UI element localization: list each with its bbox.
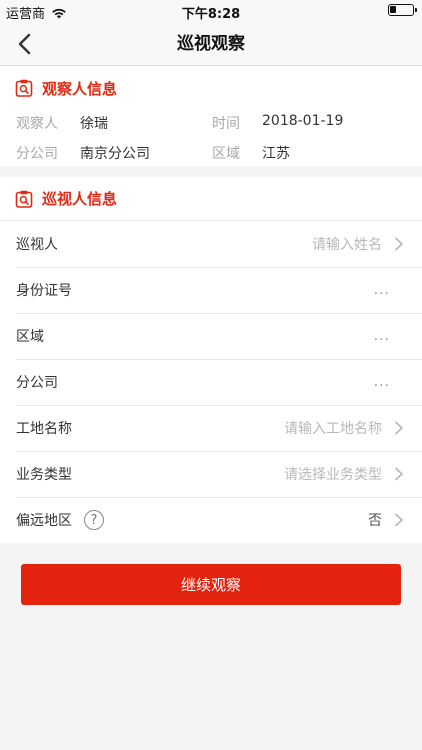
page-title: 巡视观察	[177, 34, 245, 54]
time-value: 2018-01-19	[262, 113, 344, 129]
battery-icon	[388, 4, 417, 16]
chevron-right-icon	[395, 421, 403, 435]
observer-section-title: 观察人信息	[42, 79, 118, 98]
remote-area-row[interactable]: 偏远地区 ? 否	[0, 497, 422, 543]
chevron-right-icon	[395, 467, 403, 481]
site-name-input[interactable]: 请输入工地名称	[284, 418, 382, 438]
branch-row-label: 分公司	[16, 375, 58, 391]
patrol-person-label: 巡视人	[16, 237, 58, 253]
patrol-person-row[interactable]: 巡视人 请输入姓名	[0, 221, 422, 267]
id-number-row: 身份证号 ...	[0, 267, 422, 313]
patrol-info-section: 巡视人信息 巡视人 请输入姓名 身份证号 ... 区域 ... 分公司 ... …	[0, 177, 422, 543]
region-row-label: 区域	[16, 329, 44, 345]
remote-area-value[interactable]: 否	[368, 510, 382, 530]
observer-label: 观察人	[16, 116, 58, 132]
id-number-label: 身份证号	[16, 283, 72, 299]
clipboard-search-icon	[15, 190, 33, 208]
region-value: 江苏	[262, 146, 290, 162]
chevron-right-icon	[395, 237, 403, 251]
chevron-right-icon	[395, 513, 403, 527]
status-time: 下午8:28	[181, 7, 241, 22]
patrol-section-title: 巡视人信息	[42, 190, 118, 208]
business-type-select[interactable]: 请选择业务类型	[284, 464, 382, 484]
branch-row: 分公司 ...	[0, 359, 422, 405]
observer-value: 徐瑞	[80, 116, 108, 132]
branch-label: 分公司	[16, 146, 58, 162]
clipboard-search-icon	[15, 79, 33, 97]
nav-bar: 巡视观察	[0, 22, 422, 66]
status-bar: 运营商 下午8:28	[0, 0, 422, 22]
patrol-section-header: 巡视人信息	[0, 177, 422, 221]
patrol-person-input[interactable]: 请输入姓名	[312, 234, 382, 254]
region-label: 区域	[212, 146, 240, 162]
region-row: 区域 ...	[0, 313, 422, 359]
site-name-row[interactable]: 工地名称 请输入工地名称	[0, 405, 422, 451]
branch-row-value: ...	[373, 374, 390, 390]
observer-section-header: 观察人信息	[0, 66, 422, 110]
help-icon[interactable]: ?	[84, 510, 104, 530]
remote-area-label: 偏远地区	[16, 513, 72, 529]
business-type-row[interactable]: 业务类型 请选择业务类型	[0, 451, 422, 497]
id-number-value: ...	[373, 282, 390, 298]
time-label: 时间	[212, 116, 240, 132]
continue-observe-button[interactable]: 继续观察	[21, 564, 401, 605]
section-gap	[0, 166, 422, 177]
business-type-label: 业务类型	[16, 467, 72, 483]
observer-info-grid: 观察人 徐瑞 时间 2018-01-19 分公司 南京分公司 区域 江苏	[0, 113, 422, 163]
status-right	[388, 4, 417, 16]
branch-value: 南京分公司	[80, 146, 150, 162]
observer-info-section: 观察人信息 观察人 徐瑞 时间 2018-01-19 分公司 南京分公司 区域 …	[0, 66, 422, 166]
region-row-value: ...	[373, 328, 390, 344]
site-name-label: 工地名称	[16, 421, 72, 437]
